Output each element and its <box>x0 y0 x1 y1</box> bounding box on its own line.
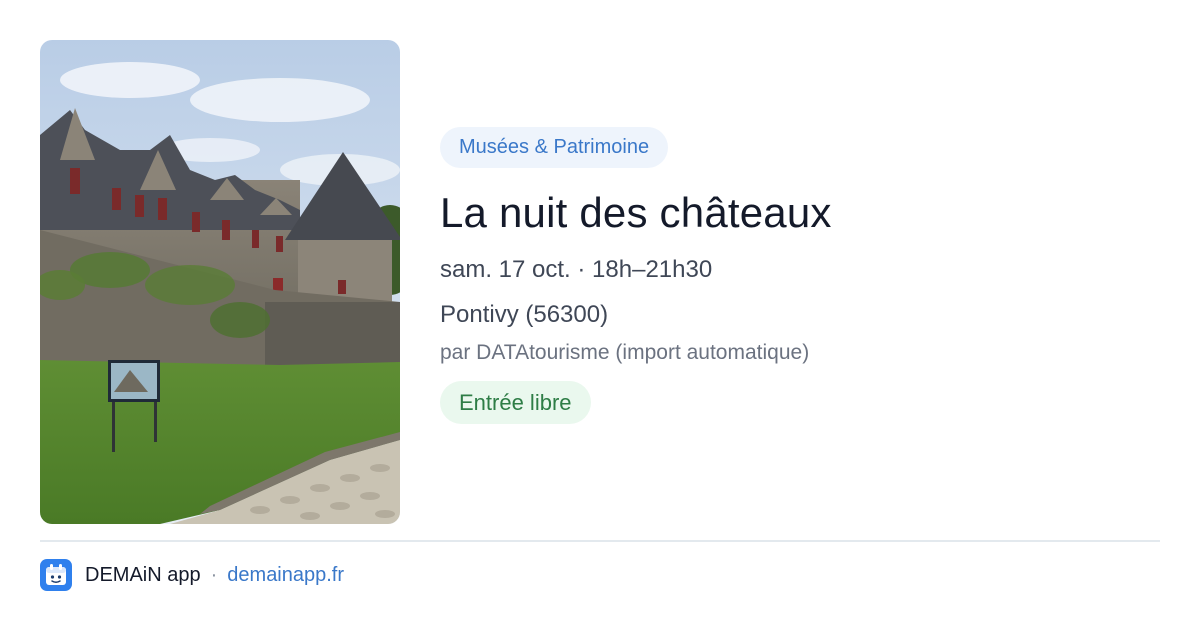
app-url-link[interactable]: demainapp.fr <box>227 564 344 587</box>
event-share-card: Musées & Patrimoine La nuit des châteaux… <box>0 0 1200 630</box>
footer-divider <box>40 540 1160 542</box>
event-datetime: sam. 17 oct. · 18h–21h30 <box>440 256 713 283</box>
event-title: La nuit des châteaux <box>440 189 832 236</box>
category-badge[interactable]: Musées & Patrimoine <box>440 127 669 168</box>
app-name: DEMAiN app <box>85 563 201 586</box>
event-organizer: par DATAtourisme (import automatique) <box>440 341 810 364</box>
event-photo <box>40 40 400 524</box>
footer: DEMAiN app · demainapp.fr <box>40 559 344 591</box>
event-info: Musées & Patrimoine La nuit des châteaux… <box>440 127 1160 424</box>
price-badge: Entrée libre <box>440 381 591 424</box>
event-location: Pontivy (56300) <box>440 301 609 328</box>
calendar-face-icon <box>40 559 72 591</box>
footer-separator: · <box>210 563 218 586</box>
